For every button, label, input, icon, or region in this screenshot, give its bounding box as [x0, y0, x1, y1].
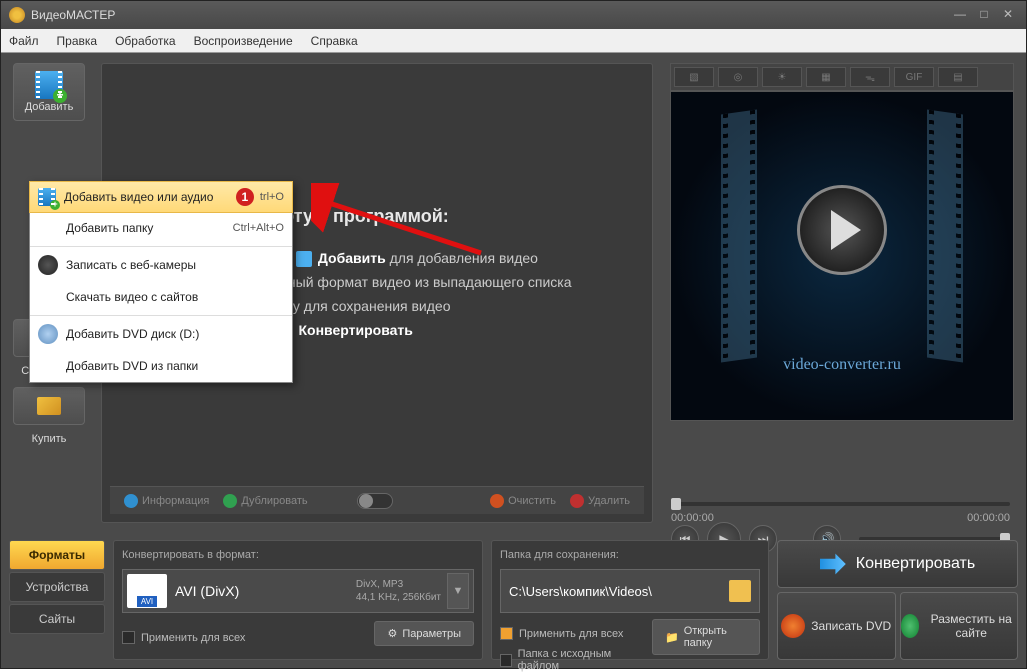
titlebar: ВидеоМАСТЕР — □ ✕ [1, 1, 1026, 29]
add-label: Добавить [25, 101, 74, 113]
film-add-icon: + [35, 71, 63, 99]
convert-button[interactable]: Конвертировать [777, 540, 1018, 588]
minimize-button[interactable]: — [950, 7, 970, 23]
app-logo-icon [9, 7, 25, 23]
add-button[interactable]: + Добавить [13, 63, 85, 121]
upload-button[interactable]: Разместить на сайте [900, 592, 1019, 660]
app-window: ВидеоМАСТЕР — □ ✕ Файл Правка Обработка … [0, 0, 1027, 669]
enhance-tool[interactable]: ▦ [806, 67, 846, 87]
add-inline-icon [296, 251, 312, 267]
dd-separator [30, 315, 292, 316]
step-badge-1: 1 [236, 188, 254, 206]
save-path-row: C:\Users\компик\Videos\ [500, 569, 760, 613]
format-name: AVI (DivX) [175, 583, 356, 599]
clear-icon [490, 494, 504, 508]
dd-add-dvd-disk[interactable]: Добавить DVD диск (D:) [30, 318, 292, 350]
menu-playback[interactable]: Воспроизведение [194, 34, 293, 48]
duplicate-button[interactable]: Дублировать [223, 494, 307, 508]
blank-icon [38, 287, 58, 307]
buy-button[interactable] [13, 387, 85, 425]
convert-arrow-icon [820, 551, 846, 577]
save-apply-all[interactable]: Применить для всех [500, 627, 638, 640]
preview-panel: ▧ ◎ ☀ ▦ ᯓ GIF ▤ video-converter.ru [670, 63, 1014, 421]
save-panel-title: Папка для сохранения: [500, 549, 760, 561]
tab-sites[interactable]: Сайты [9, 604, 105, 634]
dd-add-dvd-folder[interactable]: Добавить DVD из папки [30, 350, 292, 382]
tab-devices[interactable]: Устройства [9, 572, 105, 602]
maximize-button[interactable]: □ [974, 7, 994, 23]
format-panel: Конвертировать в формат: AVI AVI (DivX) … [113, 540, 483, 660]
format-apply-all[interactable]: Применить для всех [122, 631, 245, 644]
format-detail: DivX, MP344,1 KHz, 256Кбит [356, 578, 441, 604]
webcam-icon [38, 255, 58, 275]
dvd-orb-icon [781, 614, 805, 638]
blank-icon [38, 356, 58, 376]
close-button[interactable]: ✕ [998, 7, 1018, 23]
crop-tool[interactable]: ▧ [674, 67, 714, 87]
clear-button[interactable]: Очистить [490, 494, 556, 508]
info-icon [124, 494, 138, 508]
info-button[interactable]: Информация [124, 494, 209, 508]
preview-toolbar: ▧ ◎ ☀ ▦ ᯓ GIF ▤ [670, 63, 1014, 91]
timeline[interactable]: 00:00:00 00:00:00 [671, 502, 1010, 524]
delete-button[interactable]: Удалить [570, 494, 630, 508]
effects-tool[interactable]: ◎ [718, 67, 758, 87]
checkbox-icon [500, 654, 512, 667]
view-toggle[interactable] [357, 493, 393, 509]
format-selector[interactable]: AVI AVI (DivX) DivX, MP344,1 KHz, 256Кби… [122, 569, 474, 613]
save-panel: Папка для сохранения: C:\Users\компик\Vi… [491, 540, 769, 660]
speed-tool[interactable]: ᯓ [850, 67, 890, 87]
preview-screen: video-converter.ru [670, 91, 1014, 421]
menu-help[interactable]: Справка [311, 34, 358, 48]
tab-formats[interactable]: Форматы [9, 540, 105, 570]
dd-add-folder[interactable]: Добавить папку Ctrl+Alt+O [30, 212, 292, 244]
folder-icon: 📁 [665, 631, 679, 644]
duplicate-icon [223, 494, 237, 508]
key-icon [37, 397, 61, 415]
film-strip-left-icon [721, 109, 757, 362]
add-dropdown: + Добавить видео или аудио 1 trl+O Добав… [29, 181, 293, 383]
burn-dvd-button[interactable]: Записать DVD [777, 592, 896, 660]
list-toolbar: Информация Дублировать Очистить Удалить [110, 486, 644, 514]
format-tabs: Форматы Устройства Сайты [9, 540, 105, 660]
gear-icon: ⚙ [387, 627, 397, 640]
brightness-tool[interactable]: ☀ [762, 67, 802, 87]
menu-process[interactable]: Обработка [115, 34, 176, 48]
action-panel: Конвертировать Записать DVD Разместить н… [777, 540, 1018, 660]
gif-tool[interactable]: GIF [894, 67, 934, 87]
bottom-panel: Форматы Устройства Сайты Конвертировать … [9, 540, 1018, 660]
content-area: + Добавить Соединить Купить Как начать р… [1, 53, 1026, 668]
menubar: Файл Правка Обработка Воспроизведение Сп… [1, 29, 1026, 53]
globe-orb-icon [901, 614, 920, 638]
checkbox-checked-icon [500, 627, 513, 640]
save-path: C:\Users\компик\Videos\ [509, 584, 723, 599]
menu-edit[interactable]: Правка [57, 34, 98, 48]
blank-icon [38, 218, 58, 238]
checkbox-icon [122, 631, 135, 644]
buy-label: Купить [13, 433, 85, 445]
dd-separator [30, 246, 292, 247]
window-title: ВидеоМАСТЕР [31, 8, 115, 22]
watermark-text: video-converter.ru [671, 356, 1013, 374]
dd-add-video-audio[interactable]: + Добавить видео или аудио 1 trl+O [29, 181, 293, 213]
avi-icon: AVI [127, 574, 167, 608]
film-strip-right-icon [927, 109, 963, 362]
open-folder-button[interactable]: 📁Открыть папку [652, 619, 760, 655]
film-icon: + [38, 188, 56, 206]
dd-webcam[interactable]: Записать с веб-камеры [30, 249, 292, 281]
dd-download[interactable]: Скачать видео с сайтов [30, 281, 292, 313]
seek-slider[interactable] [671, 502, 1010, 506]
menu-file[interactable]: Файл [9, 34, 39, 48]
browse-folder-button[interactable] [729, 580, 751, 602]
dvd-icon [38, 324, 58, 344]
delete-icon [570, 494, 584, 508]
format-panel-title: Конвертировать в формат: [122, 549, 474, 561]
format-dropdown-button[interactable]: ▼ [447, 573, 469, 609]
screenshot-tool[interactable]: ▤ [938, 67, 978, 87]
play-big-icon[interactable] [797, 185, 887, 275]
params-button[interactable]: ⚙Параметры [374, 621, 474, 646]
save-source-folder[interactable]: Папка с исходным файлом [500, 648, 638, 672]
